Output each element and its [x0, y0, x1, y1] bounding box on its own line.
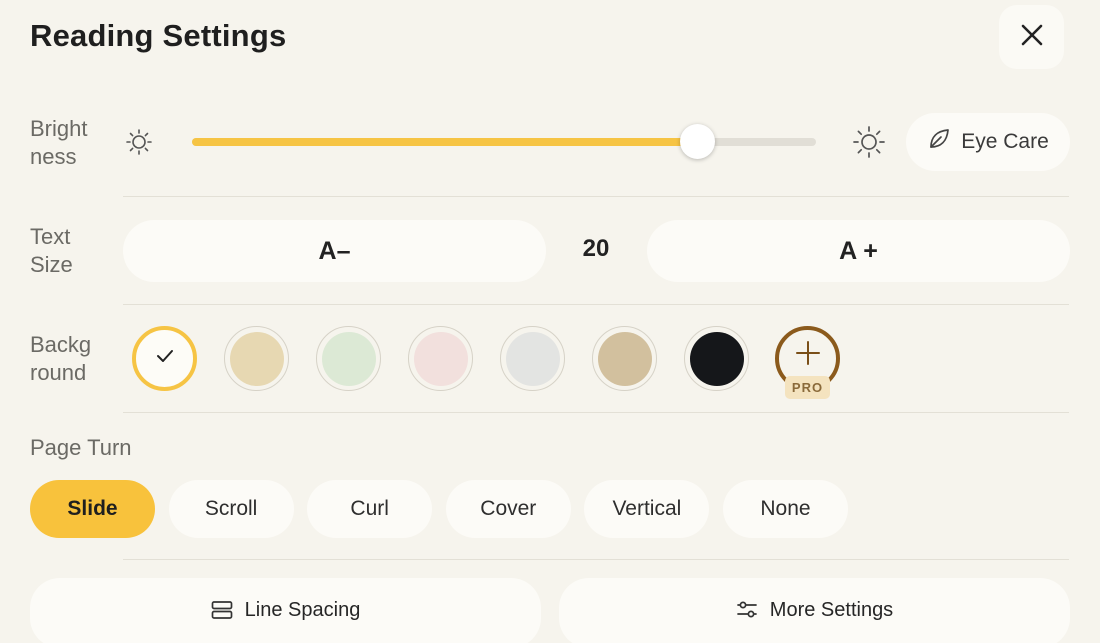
- swatch-color: [321, 331, 376, 386]
- line-spacing-label: Line Spacing: [244, 599, 361, 621]
- sun-small-icon: [124, 127, 154, 157]
- sun-large-icon: [852, 125, 886, 159]
- swatch-color: [597, 331, 652, 386]
- increase-text-size-button[interactable]: A +: [647, 220, 1070, 282]
- brightness-slider-track[interactable]: [192, 138, 816, 146]
- background-swatch[interactable]: [316, 326, 381, 391]
- page-turn-option-slide[interactable]: Slide: [30, 480, 155, 538]
- swatch-color: [505, 331, 560, 386]
- leaf-icon: [927, 127, 951, 157]
- page-turn-option-scroll[interactable]: Scroll: [168, 480, 294, 538]
- more-settings-label: More Settings: [769, 599, 894, 621]
- brightness-slider-fill: [192, 138, 698, 146]
- background-swatch[interactable]: [408, 326, 473, 391]
- background-swatch[interactable]: [224, 326, 289, 391]
- swatch-color: [229, 331, 284, 386]
- text-size-label: Text Size: [30, 224, 73, 277]
- background-label: Backg round: [30, 332, 92, 385]
- close-icon: [1021, 24, 1043, 51]
- swatch-color: [689, 331, 744, 386]
- close-button[interactable]: [999, 5, 1064, 69]
- eye-care-button[interactable]: Eye Care: [906, 113, 1070, 171]
- checkmark-icon: [156, 349, 174, 368]
- line-spacing-icon: [211, 600, 233, 626]
- reading-settings-panel: Reading Settings Bright ness Eye Care Te…: [0, 0, 1100, 643]
- divider: [123, 304, 1069, 305]
- background-swatch[interactable]: [684, 326, 749, 391]
- page-title: Reading Settings: [30, 18, 287, 53]
- background-swatch[interactable]: [132, 326, 197, 391]
- decrease-text-size-button[interactable]: A–: [123, 220, 546, 282]
- swatch-color: [413, 331, 468, 386]
- pro-badge: PRO: [785, 376, 830, 399]
- brightness-slider-thumb[interactable]: [680, 124, 716, 159]
- divider: [123, 196, 1069, 197]
- page-turn-option-none[interactable]: None: [723, 480, 848, 538]
- plus-icon: [794, 339, 822, 372]
- page-turn-option-vertical[interactable]: Vertical: [584, 480, 710, 538]
- background-swatch[interactable]: [592, 326, 657, 391]
- more-settings-button[interactable]: More Settings: [559, 578, 1070, 643]
- page-turn-option-cover[interactable]: Cover: [445, 480, 571, 538]
- brightness-label: Bright ness: [30, 116, 88, 169]
- background-swatch[interactable]: [500, 326, 565, 391]
- divider: [123, 559, 1069, 560]
- sliders-icon: [736, 600, 758, 626]
- page-turn-label: Page Turn: [30, 435, 132, 460]
- text-size-value: 20: [582, 235, 610, 262]
- eye-care-label: Eye Care: [961, 130, 1049, 153]
- page-turn-option-curl[interactable]: Curl: [307, 480, 433, 538]
- divider: [123, 412, 1069, 413]
- line-spacing-button[interactable]: Line Spacing: [30, 578, 541, 643]
